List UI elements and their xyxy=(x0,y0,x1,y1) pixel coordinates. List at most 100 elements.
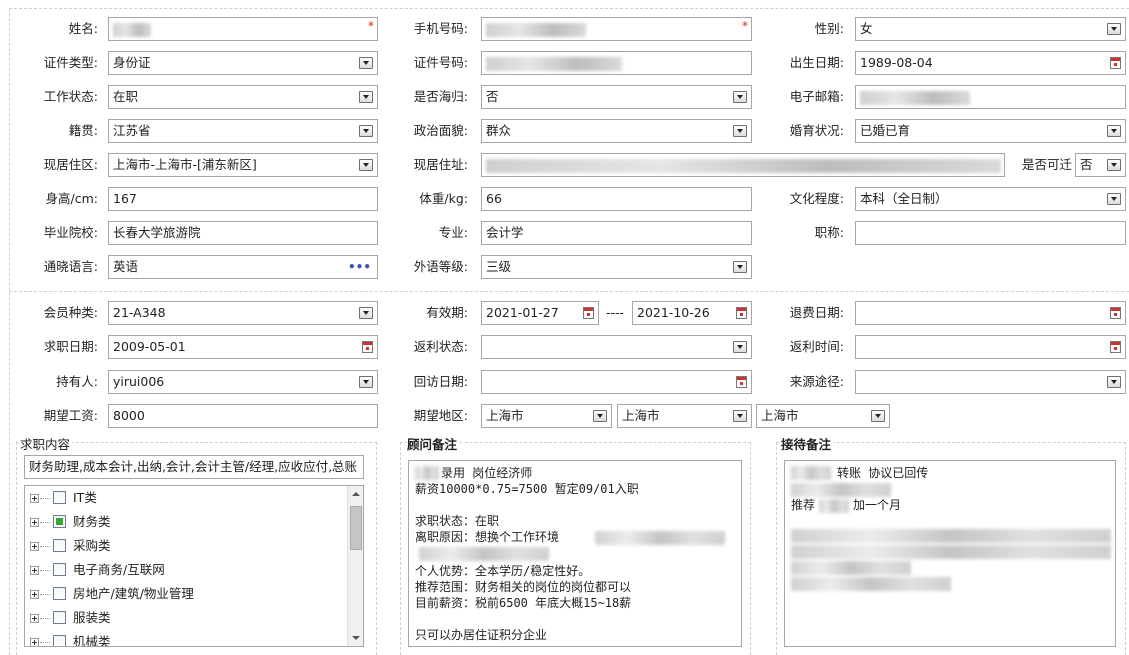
rebate-time-field[interactable] xyxy=(855,335,1126,359)
calendar-icon[interactable] xyxy=(583,307,594,319)
expand-icon[interactable] xyxy=(30,614,39,623)
tree-item-real-estate[interactable]: 房地产/建筑/物业管理 xyxy=(25,584,345,604)
job-content-summary[interactable]: 财务助理,成本会计,出纳,会计,会计主管/经理,应收应付,总账 xyxy=(24,455,364,479)
height-field[interactable]: 167 xyxy=(108,187,378,211)
checkbox[interactable] xyxy=(53,635,66,646)
reception-note-textarea[interactable]: 转账 协议已回传 推荐 加一个月 xyxy=(784,460,1116,647)
weight-field[interactable]: 66 xyxy=(481,187,752,211)
chevron-down-icon[interactable] xyxy=(359,307,373,319)
checkbox[interactable] xyxy=(53,587,66,600)
calendar-icon[interactable] xyxy=(362,341,373,353)
work-status-select[interactable]: 在职 xyxy=(108,85,378,109)
name-label: 姓名: xyxy=(68,21,98,36)
expand-icon[interactable] xyxy=(30,494,39,503)
major-field[interactable]: 会计学 xyxy=(481,221,752,245)
mobile-field[interactable]: * xyxy=(481,17,752,41)
chevron-down-icon[interactable] xyxy=(871,410,885,422)
relocate-select[interactable]: 否 xyxy=(1075,153,1126,177)
revisit-date-field[interactable] xyxy=(481,370,752,394)
calendar-icon[interactable] xyxy=(1110,307,1121,319)
scroll-up-icon[interactable] xyxy=(352,492,360,496)
expand-icon[interactable] xyxy=(30,542,39,551)
note-line: 加一个月 xyxy=(853,498,902,512)
checkbox[interactable] xyxy=(53,491,66,504)
tree-item-finance[interactable]: 财务类 xyxy=(25,512,345,532)
chevron-down-icon[interactable] xyxy=(733,410,747,422)
valid-to-field[interactable]: 2021-10-26 xyxy=(632,301,752,325)
marital-value: 已婚已育 xyxy=(860,123,911,138)
scroll-thumb[interactable] xyxy=(350,506,362,550)
residence-address-field[interactable] xyxy=(481,153,1005,177)
checkbox[interactable] xyxy=(53,539,66,552)
refund-date-field[interactable] xyxy=(855,301,1126,325)
id-type-select[interactable]: 身份证 xyxy=(108,51,378,75)
member-type-value: 21-A348 xyxy=(113,305,166,320)
marital-select[interactable]: 已婚已育 xyxy=(855,119,1126,143)
email-label: 电子邮箱: xyxy=(789,89,844,104)
scroll-down-icon[interactable] xyxy=(352,636,360,640)
region-city-select[interactable]: 上海市 xyxy=(617,404,752,428)
region-district-value: 上海市 xyxy=(761,408,799,423)
advisor-note-textarea[interactable]: 录用 岗位经济师 薪资10000*0.75=7500 暂定09/01入职 求职状… xyxy=(408,460,742,647)
chevron-down-icon[interactable] xyxy=(1107,23,1121,35)
chevron-down-icon[interactable] xyxy=(359,125,373,137)
tree-item-apparel[interactable]: 服装类 xyxy=(25,608,345,628)
region-district-select[interactable]: 上海市 xyxy=(756,404,890,428)
tree-scrollbar[interactable] xyxy=(347,486,363,646)
id-number-field[interactable] xyxy=(481,51,752,75)
chevron-down-icon[interactable] xyxy=(733,125,747,137)
job-category-tree[interactable]: IT类 财务类 采购类 电子商务/互联网 房地产/建筑/物业管理 服装类 机械类 xyxy=(24,485,364,647)
expand-icon[interactable] xyxy=(30,518,39,527)
expand-icon[interactable] xyxy=(30,638,39,646)
calendar-icon[interactable] xyxy=(736,376,747,388)
chevron-down-icon[interactable] xyxy=(359,91,373,103)
job-title-field[interactable] xyxy=(855,221,1126,245)
chevron-down-icon[interactable] xyxy=(1107,159,1121,171)
residence-area-select[interactable]: 上海市-上海市-[浦东新区] xyxy=(108,153,378,177)
chevron-down-icon[interactable] xyxy=(733,91,747,103)
checkbox[interactable] xyxy=(53,563,66,576)
foreign-level-select[interactable]: 三级 xyxy=(481,255,752,279)
calendar-icon[interactable] xyxy=(736,307,747,319)
gender-select[interactable]: 女 xyxy=(855,17,1126,41)
chevron-down-icon[interactable] xyxy=(1107,125,1121,137)
required-mark: * xyxy=(368,19,374,33)
tree-item-machinery[interactable]: 机械类 xyxy=(25,632,345,646)
calendar-icon[interactable] xyxy=(1110,341,1121,353)
more-icon[interactable]: ••• xyxy=(348,256,371,278)
job-date-field[interactable]: 2009-05-01 xyxy=(108,335,378,359)
member-type-select[interactable]: 21-A348 xyxy=(108,301,378,325)
valid-from-field[interactable]: 2021-01-27 xyxy=(481,301,599,325)
returnee-select[interactable]: 否 xyxy=(481,85,752,109)
tree-item-purchasing[interactable]: 采购类 xyxy=(25,536,345,556)
school-field[interactable]: 长春大学旅游院 xyxy=(108,221,378,245)
education-select[interactable]: 本科（全日制） xyxy=(855,187,1126,211)
chevron-down-icon[interactable] xyxy=(1107,193,1121,205)
chevron-down-icon[interactable] xyxy=(359,376,373,388)
birth-date-field[interactable]: 1989-08-04 xyxy=(855,51,1126,75)
chevron-down-icon[interactable] xyxy=(359,159,373,171)
note-line: 薪资10000*0.75=7500 暂定09/01入职 xyxy=(415,482,639,496)
expand-icon[interactable] xyxy=(30,566,39,575)
rebate-status-select[interactable] xyxy=(481,335,752,359)
chevron-down-icon[interactable] xyxy=(733,261,747,273)
expand-icon[interactable] xyxy=(30,590,39,599)
chevron-down-icon[interactable] xyxy=(733,341,747,353)
tree-item-it[interactable]: IT类 xyxy=(25,488,345,508)
checkbox[interactable] xyxy=(53,611,66,624)
salary-field[interactable]: 8000 xyxy=(108,404,378,428)
native-place-select[interactable]: 江苏省 xyxy=(108,119,378,143)
calendar-icon[interactable] xyxy=(1110,57,1121,69)
holder-select[interactable]: yirui006 xyxy=(108,370,378,394)
region-province-select[interactable]: 上海市 xyxy=(481,404,612,428)
name-field[interactable]: * xyxy=(108,17,378,41)
language-field[interactable]: 英语 ••• xyxy=(108,255,378,279)
chevron-down-icon[interactable] xyxy=(1107,376,1121,388)
source-select[interactable] xyxy=(855,370,1126,394)
checkbox-checked[interactable] xyxy=(53,515,66,528)
chevron-down-icon[interactable] xyxy=(593,410,607,422)
email-field[interactable] xyxy=(855,85,1126,109)
tree-item-ecommerce[interactable]: 电子商务/互联网 xyxy=(25,560,345,580)
political-select[interactable]: 群众 xyxy=(481,119,752,143)
chevron-down-icon[interactable] xyxy=(359,57,373,69)
